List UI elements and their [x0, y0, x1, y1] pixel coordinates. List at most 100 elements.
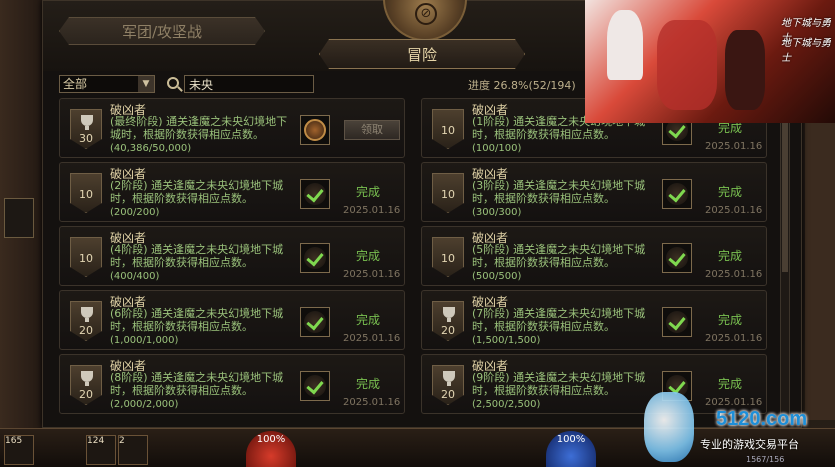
points-value: 10 — [79, 188, 93, 201]
tab-corps-siege[interactable]: 军团/攻坚战 — [59, 17, 265, 45]
search-icon — [167, 77, 179, 89]
points-shield: 30 — [70, 109, 102, 149]
trophy-icon — [81, 115, 93, 130]
reward-badge[interactable] — [662, 243, 692, 273]
status-complete: 完成 — [356, 313, 381, 327]
points-value: 30 — [79, 132, 93, 145]
reward-badge[interactable] — [300, 307, 330, 337]
hud-coords: 1567/156 — [746, 455, 785, 464]
hud-slot-count: 2 — [119, 436, 125, 446]
achievement-progress: (400/400) — [110, 271, 160, 282]
completion-date: 2025.01.16 — [705, 333, 763, 344]
achievement-progress: (500/500) — [472, 271, 522, 282]
points-value: 20 — [79, 388, 93, 401]
side-tab-button[interactable] — [4, 198, 34, 238]
status-complete: 完成 — [718, 313, 743, 327]
status-complete: 完成 — [356, 249, 381, 263]
points-shield: 10 — [432, 109, 464, 149]
achievement-progress: (2,000/2,000) — [110, 399, 179, 410]
points-shield: 10 — [70, 173, 102, 213]
achievement-desc: (5阶段) 通关逢魔之未央幻境地下城时，根据阶数获得相应点数。 — [472, 243, 646, 269]
achievement-desc: (7阶段) 通关逢魔之未央幻境地下城时，根据阶数获得相应点数。 — [472, 307, 646, 333]
points-shield: 10 — [70, 237, 102, 277]
trophy-icon — [81, 307, 93, 322]
check-icon — [666, 183, 688, 205]
trophy-icon — [443, 371, 455, 386]
points-shield: 20 — [70, 365, 102, 405]
status-complete: 完成 — [718, 185, 743, 199]
reward-badge[interactable] — [662, 179, 692, 209]
achievement-desc: (8阶段) 通关逢魔之未央幻境地下城时，根据阶数获得相应点数。 — [110, 371, 284, 397]
character-figure — [657, 20, 717, 110]
hud-slot[interactable]: 124 — [86, 435, 116, 465]
points-shield: 20 — [432, 301, 464, 341]
check-icon — [666, 311, 688, 333]
game-logo: 地下城与勇士 — [781, 38, 831, 64]
check-icon — [304, 183, 326, 205]
mascot-icon — [644, 392, 694, 462]
achievement-progress: (2,500/2,500) — [472, 399, 541, 410]
progress-text: 进度 26.8%(52/194) — [468, 79, 576, 92]
achievement-desc: (3阶段) 通关逢魔之未央幻境地下城时，根据阶数获得相应点数。 — [472, 179, 646, 205]
trophy-icon — [443, 307, 455, 322]
achievement-card: 10 破凶者 (4阶段) 通关逢魔之未央幻境地下城时，根据阶数获得相应点数。 (400… — [59, 226, 405, 286]
achievement-list: 30 破凶者 (最终阶段) 通关逢魔之未央幻境地下城时，根据阶数获得相应点数。 (40… — [59, 98, 769, 420]
achievement-card: 10 破凶者 (3阶段) 通关逢魔之未央幻境地下城时，根据阶数获得相应点数。 (300… — [421, 162, 767, 222]
points-value: 10 — [79, 252, 93, 265]
reward-badge[interactable] — [300, 243, 330, 273]
achievement-desc: (9阶段) 通关逢魔之未央幻境地下城时，根据阶数获得相应点数。 — [472, 371, 646, 397]
achievement-desc: (6阶段) 通关逢魔之未央幻境地下城时，根据阶数获得相应点数。 — [110, 307, 284, 333]
achievement-progress: (1,500/1,500) — [472, 335, 541, 346]
check-icon — [304, 311, 326, 333]
achievement-progress: (40,386/50,000) — [110, 143, 192, 154]
completion-date: 2025.01.16 — [705, 269, 763, 280]
reward-badge[interactable] — [300, 371, 330, 401]
status-complete: 完成 — [356, 185, 381, 199]
status-complete: 完成 — [718, 249, 743, 263]
reward-badge[interactable] — [300, 115, 330, 145]
watermark-site: 5120.com — [716, 408, 808, 430]
completion-date: 2025.01.16 — [705, 141, 763, 152]
points-shield: 10 — [432, 173, 464, 213]
achievement-card: 20 破凶者 (6阶段) 通关逢魔之未央幻境地下城时，根据阶数获得相应点数。 (1,0… — [59, 290, 405, 350]
reward-badge[interactable] — [300, 179, 330, 209]
points-value: 10 — [441, 124, 455, 137]
status-complete: 完成 — [718, 377, 743, 391]
mp-orb: 100% — [546, 431, 596, 467]
achievement-card: 20 破凶者 (8阶段) 通关逢魔之未央幻境地下城时，根据阶数获得相应点数。 (2,0… — [59, 354, 405, 414]
claim-button[interactable]: 领取 — [344, 120, 400, 140]
site-watermark: 5120.com 专业的游戏交易平台 — [640, 392, 835, 467]
check-icon — [304, 375, 326, 397]
points-shield: 20 — [432, 365, 464, 405]
achievement-desc: (2阶段) 通关逢魔之未央幻境地下城时，根据阶数获得相应点数。 — [110, 179, 284, 205]
achievement-progress: (300/300) — [472, 207, 522, 218]
achievement-progress: (1,000/1,000) — [110, 335, 179, 346]
achievement-progress: (100/100) — [472, 143, 522, 154]
hud-slot-count: 124 — [87, 436, 105, 446]
achievement-desc: (最终阶段) 通关逢魔之未央幻境地下城时，根据阶数获得相应点数。 — [110, 115, 288, 141]
search-input[interactable] — [184, 75, 314, 93]
achievement-progress: (200/200) — [110, 207, 160, 218]
status-complete: 完成 — [356, 377, 381, 391]
points-shield: 20 — [70, 301, 102, 341]
trophy-icon — [81, 371, 93, 386]
achievement-card: 10 破凶者 (5阶段) 通关逢魔之未央幻境地下城时，根据阶数获得相应点数。 (500… — [421, 226, 767, 286]
hud-slot-count: 165 — [5, 436, 23, 446]
tab-adventure[interactable]: 冒险 — [319, 39, 525, 69]
hud-slot[interactable]: 165 — [4, 435, 34, 465]
promo-video-overlay[interactable]: 地下城与勇士 地下城与勇士 — [585, 0, 835, 123]
check-icon — [666, 247, 688, 269]
scrollbar-thumb[interactable] — [782, 122, 788, 272]
hud-slot[interactable]: 2 — [118, 435, 148, 465]
chevron-down-icon[interactable]: ▼ — [138, 76, 154, 92]
watermark-slogan: 专业的游戏交易平台 — [700, 438, 799, 451]
check-icon — [304, 247, 326, 269]
game-scene-right — [805, 120, 835, 420]
points-value: 20 — [79, 324, 93, 337]
reward-badge[interactable] — [662, 307, 692, 337]
achievement-card: 10 破凶者 (2阶段) 通关逢魔之未央幻境地下城时，根据阶数获得相应点数。 (200… — [59, 162, 405, 222]
scrollbar[interactable] — [780, 101, 790, 419]
points-value: 10 — [441, 188, 455, 201]
character-figure — [725, 30, 765, 110]
category-select[interactable]: 全部 ▼ — [59, 75, 155, 93]
